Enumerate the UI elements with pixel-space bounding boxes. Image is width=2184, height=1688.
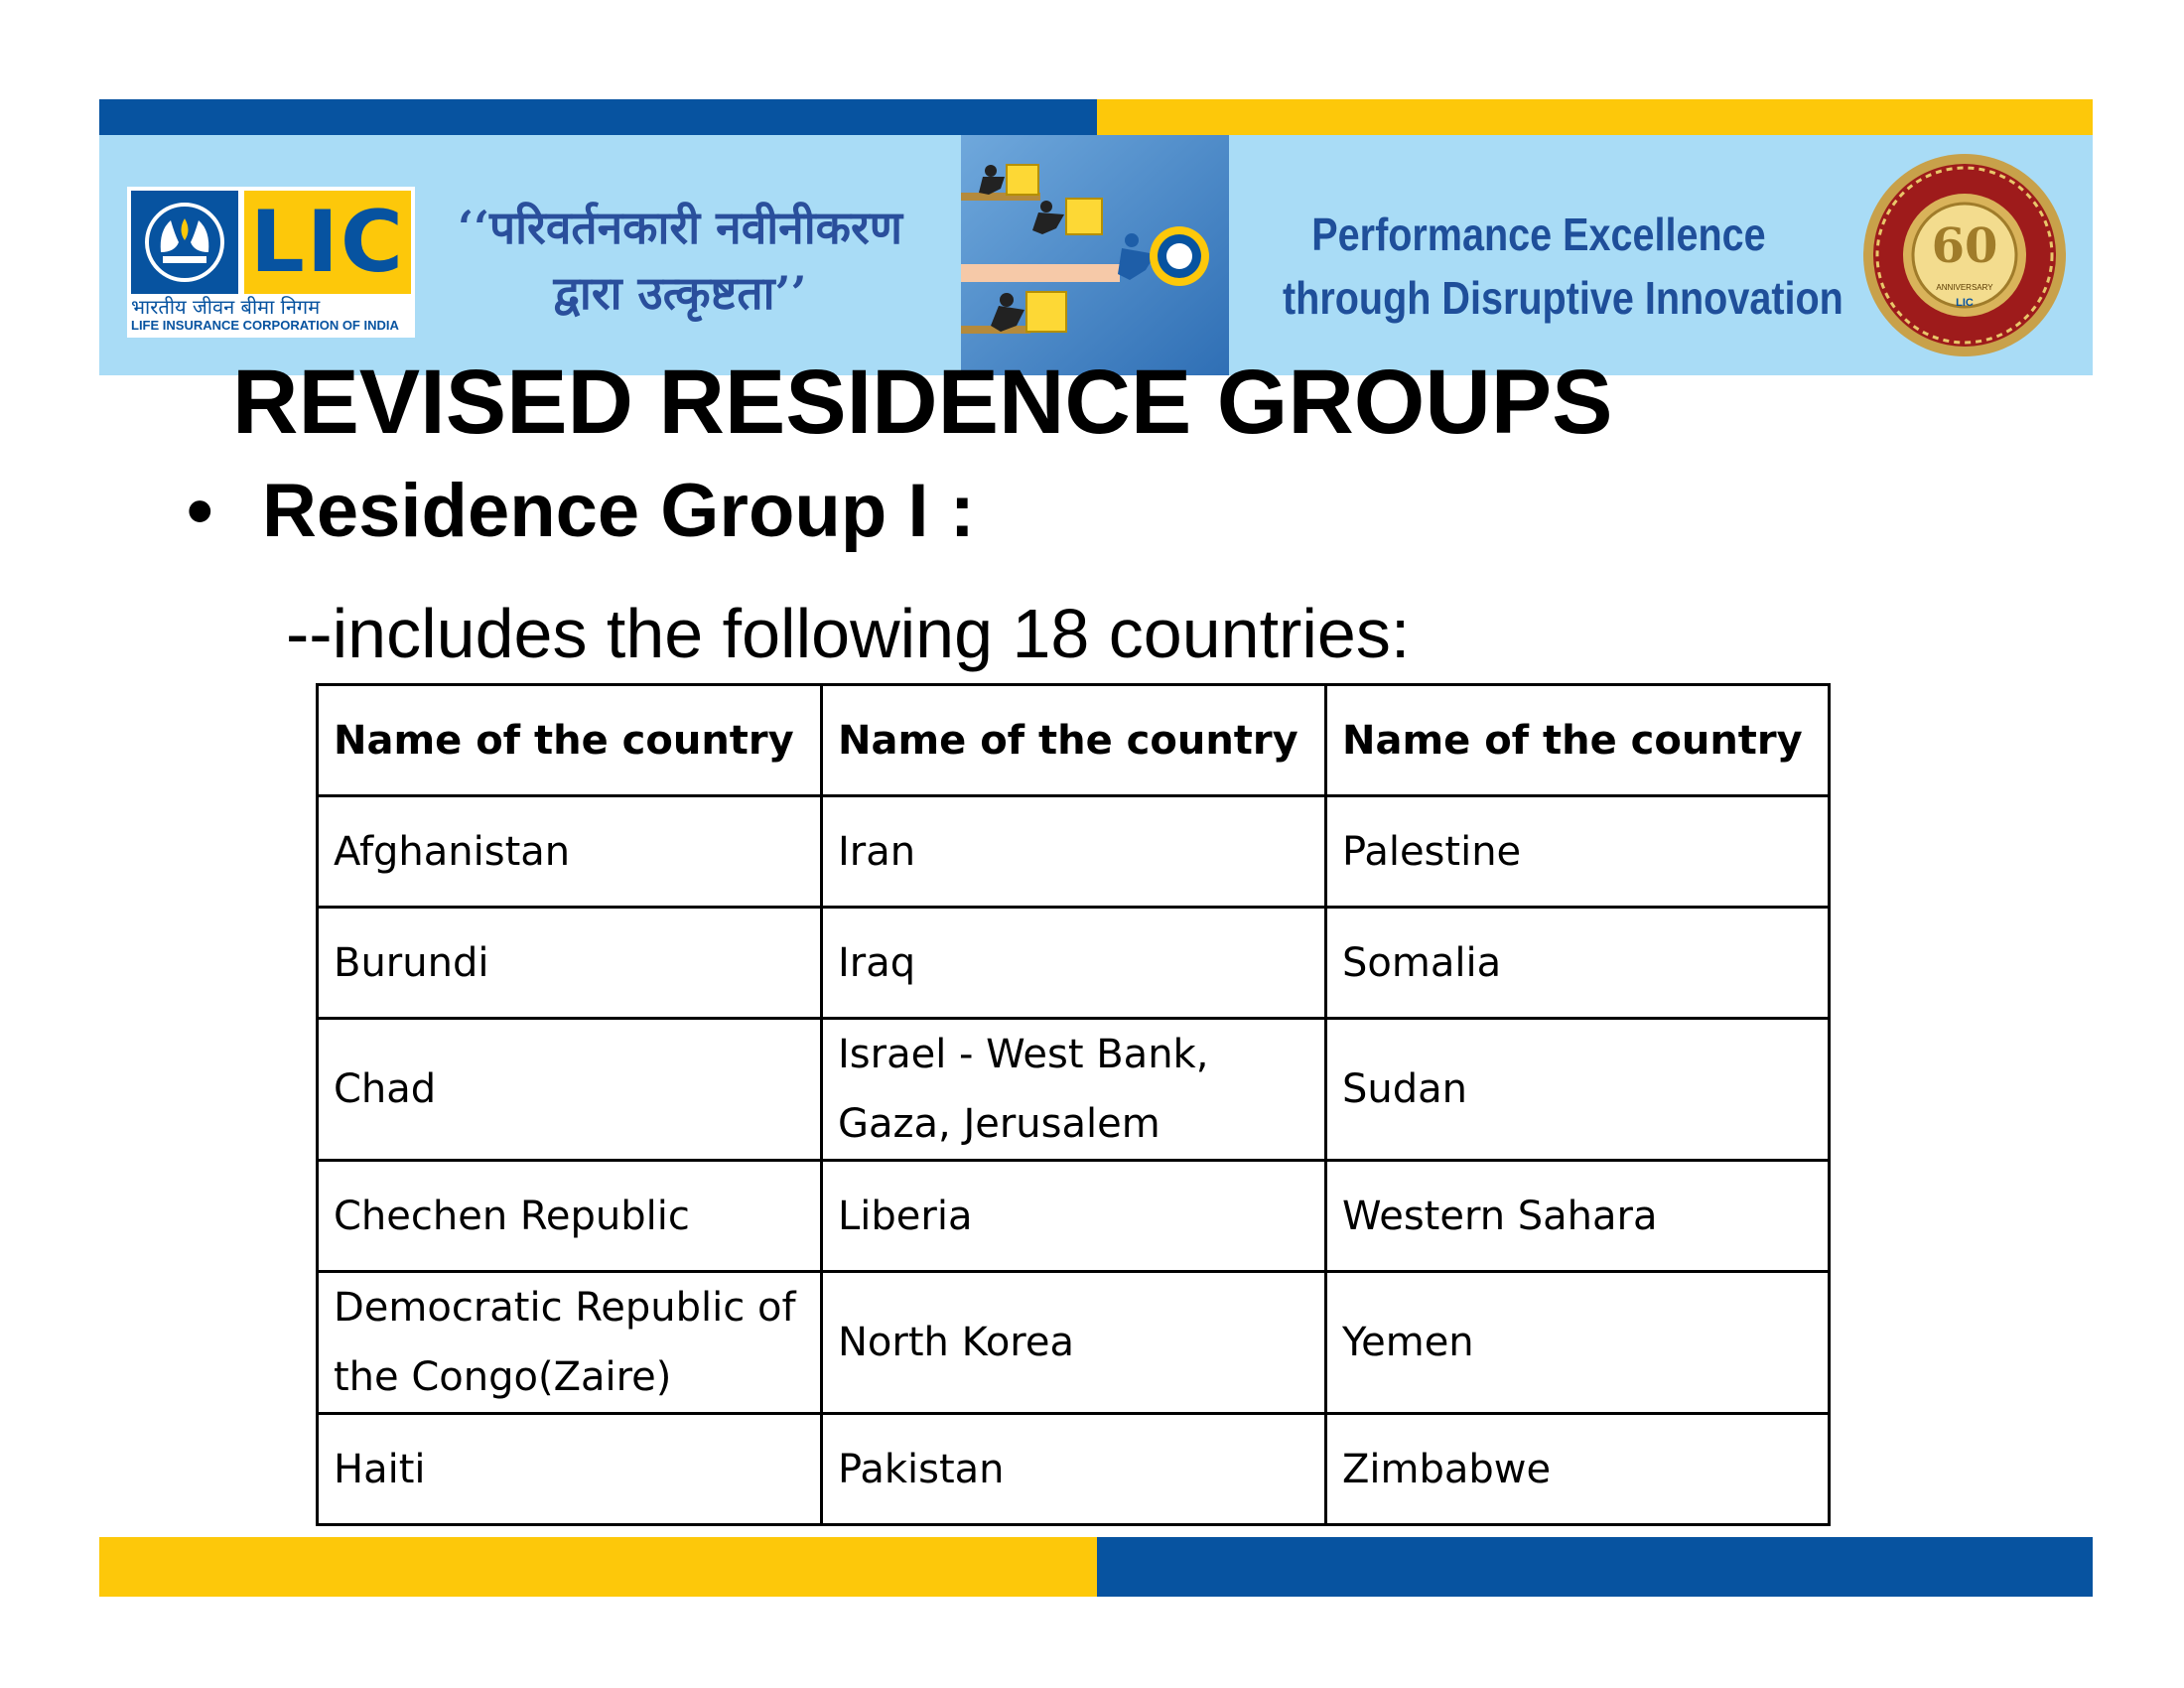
table-row: Democratic Republic of the Congo(Zaire) …: [316, 1270, 1831, 1415]
logo-english-name: LIFE INSURANCE CORPORATION OF INDIA: [131, 318, 399, 333]
bullet-heading: • Residence Group I :: [187, 467, 975, 556]
table-cell: Burundi: [316, 906, 823, 1020]
table-cell: Democratic Republic of the Congo(Zaire): [316, 1270, 823, 1415]
hindi-tagline-line-2: द्वारा उत्कृष्टता’’: [553, 266, 807, 320]
slide-title: REVISED RESIDENCE GROUPS: [232, 352, 1613, 453]
table-cell: Sudan: [1324, 1017, 1831, 1162]
logo-wordmark: LIC: [244, 191, 411, 294]
bottom-yellow-bar: [99, 1537, 1097, 1597]
lic-hands-icon: [131, 191, 238, 294]
hindi-tagline: ‘‘परिवर्तनकारी नवीनीकरण द्वारा उत्कृष्टत…: [422, 195, 938, 326]
table-row: Afghanistan Iran Palestine: [316, 794, 1831, 909]
table-cell: Zimbabwe: [1324, 1412, 1831, 1526]
table-cell: Israel - West Bank, Gaza, Jerusalem: [820, 1017, 1327, 1162]
table-row: Chechen Republic Liberia Western Sahara: [316, 1159, 1831, 1273]
anniversary-seal-icon: 60 ANNIVERSARY LIC: [1863, 154, 2066, 356]
hindi-tagline-line-1: ‘‘परिवर्तनकारी नवीनीकरण: [457, 201, 903, 254]
english-tagline: Performance Excellence through Disruptiv…: [1283, 203, 1843, 330]
table-cell: Chad: [316, 1017, 823, 1162]
table-cell: Western Sahara: [1324, 1159, 1831, 1273]
seal-anniversary: ANNIVERSARY: [1936, 283, 1993, 292]
table-cell: Pakistan: [820, 1412, 1327, 1526]
table-cell: Afghanistan: [316, 794, 823, 909]
table-header-cell: Name of the country: [820, 683, 1327, 797]
table-cell: Liberia: [820, 1159, 1327, 1273]
bullet-dot: •: [187, 469, 213, 553]
table-cell: Somalia: [1324, 906, 1831, 1020]
pushing-boxes-illustration: [961, 135, 1229, 375]
bullet-text: Residence Group I :: [262, 469, 975, 553]
subtitle: --includes the following 18 countries:: [286, 595, 1411, 672]
table-header-row: Name of the country Name of the country …: [316, 683, 1831, 797]
lic-logo: LIC भारतीय जीवन बीमा निगम LIFE INSURANCE…: [127, 187, 415, 338]
english-tagline-line-1: Performance Excellence: [1311, 209, 1766, 260]
table-cell: Yemen: [1324, 1270, 1831, 1415]
top-blue-bar: [99, 99, 1097, 135]
country-table: Name of the country Name of the country …: [316, 683, 1831, 1526]
table-header-cell: Name of the country: [316, 683, 823, 797]
english-tagline-line-2: through Disruptive Innovation: [1283, 272, 1843, 324]
top-yellow-bar: [1097, 99, 2093, 135]
table-cell: North Korea: [820, 1270, 1327, 1415]
bottom-blue-bar: [1097, 1537, 2093, 1597]
seal-brand: LIC: [1956, 297, 1974, 309]
seal-number: 60: [1932, 218, 1998, 274]
logo-hindi-name: भारतीय जीवन बीमा निगम: [131, 295, 321, 319]
table-cell: Haiti: [316, 1412, 823, 1526]
table-row: Burundi Iraq Somalia: [316, 906, 1831, 1020]
table-cell: Iraq: [820, 906, 1327, 1020]
table-row: Haiti Pakistan Zimbabwe: [316, 1412, 1831, 1526]
table-cell: Chechen Republic: [316, 1159, 823, 1273]
table-row: Chad Israel - West Bank, Gaza, Jerusalem…: [316, 1017, 1831, 1162]
table-cell: Palestine: [1324, 794, 1831, 909]
table-cell: Iran: [820, 794, 1327, 909]
table-header-cell: Name of the country: [1324, 683, 1831, 797]
